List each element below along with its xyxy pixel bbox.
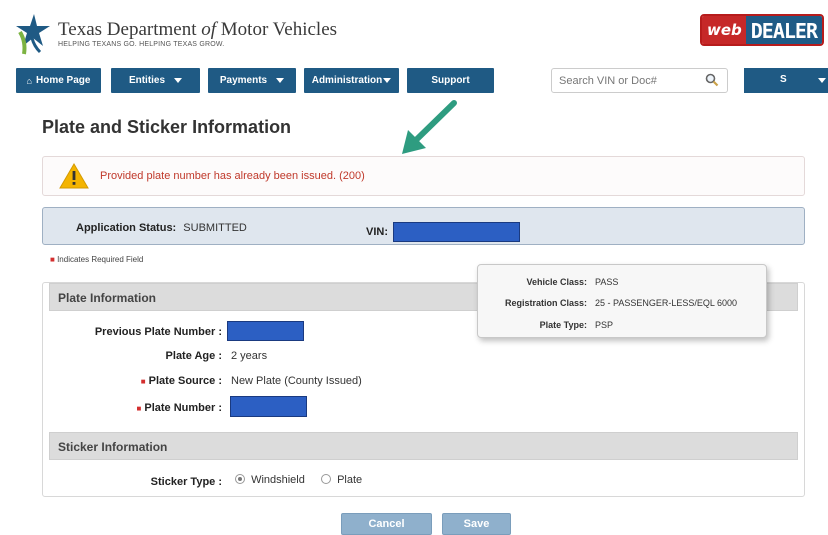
nav-support-button[interactable]: Support [407, 68, 494, 93]
plate-age-label: Plate Age : [165, 350, 222, 362]
chevron-down-icon [174, 78, 183, 83]
required-indicator-icon: ■ [140, 377, 146, 386]
vin-display: VIN: [366, 222, 521, 242]
application-status-label: Application Status: [76, 222, 177, 234]
chevron-down-icon [383, 78, 392, 83]
previous-plate-redacted-value [227, 321, 304, 341]
save-button[interactable]: Save [442, 513, 511, 535]
webdealer-brand-logo: web DEALER [699, 14, 824, 46]
nav-payments-button[interactable]: Payments [208, 68, 296, 93]
previous-plate-label: Previous Plate Number : [94, 326, 222, 338]
sticker-type-label: Sticker Type : [150, 476, 222, 488]
alert-message: Provided plate number has already been i… [100, 170, 365, 182]
logo-tagline: HELPING TEXANS GO. HELPING TEXAS GROW. [58, 41, 225, 48]
txdmv-logo[interactable]: Texas Department of Motor Vehicles HELPI… [12, 12, 337, 56]
sticker-type-plate-option[interactable]: Plate [321, 474, 362, 486]
chevron-down-icon [818, 78, 826, 83]
logo-title: Texas Department of Motor Vehicles [58, 19, 338, 40]
plate-number-input[interactable] [230, 396, 307, 417]
plate-label: Plate [337, 474, 363, 486]
page-title: Plate and Sticker Information [42, 117, 292, 137]
nav-administration-label: Administration [311, 75, 383, 86]
plate-source-label: ■ Plate Source : [140, 375, 222, 387]
registration-class-label: Registration Class: [504, 298, 587, 308]
plate-type-label: Plate Type: [539, 320, 587, 330]
green-arrow-icon [402, 100, 457, 154]
home-icon: ⌂ [26, 75, 32, 86]
search-input[interactable]: Search VIN or Doc# [551, 68, 728, 93]
required-indicator-icon: ■ [50, 255, 55, 264]
nav-support-label: Support [431, 75, 470, 86]
texas-star-logo-icon [16, 14, 50, 55]
plate-radio[interactable] [321, 474, 331, 484]
vehicle-class-label: Vehicle Class: [526, 277, 587, 287]
sticker-information-header: Sticker Information [49, 432, 798, 460]
user-menu-button[interactable]: S [744, 68, 828, 93]
error-alert: Provided plate number has already been i… [42, 156, 805, 196]
nav-home-button[interactable]: ⌂ Home Page [16, 68, 101, 93]
application-status-value: SUBMITTED [183, 222, 247, 234]
plate-number-label: ■ Plate Number : [136, 402, 222, 414]
application-status: Application Status: SUBMITTED [76, 222, 247, 234]
windshield-radio[interactable] [235, 474, 245, 484]
nav-administration-button[interactable]: Administration [304, 68, 399, 93]
required-field-note: ■ Indicates Required Field [50, 255, 143, 264]
required-indicator-icon: ■ [136, 404, 142, 413]
cancel-button[interactable]: Cancel [341, 513, 432, 535]
windshield-label: Windshield [251, 474, 305, 486]
nav-payments-label: Payments [219, 75, 268, 86]
plate-type-value: PSP [595, 320, 614, 330]
plate-age-value: 2 years [231, 350, 268, 362]
application-status-bar: Application Status: SUBMITTED VIN: [42, 207, 805, 245]
sticker-type-windshield-option[interactable]: Windshield [235, 474, 305, 486]
vin-redacted-value [393, 222, 521, 242]
nav-home-label: Home Page [35, 75, 91, 86]
nav-entities-label: Entities [128, 75, 166, 86]
vehicle-class-value: PASS [595, 277, 619, 287]
brand-web-text: web [701, 16, 746, 44]
vehicle-info-tooltip: Vehicle Class: PASS Registration Class: … [477, 264, 767, 338]
vin-label: VIN: [366, 225, 388, 238]
brand-dealer-text: DEALER [745, 16, 822, 44]
required-note-text: Indicates Required Field [57, 255, 144, 264]
nav-entities-button[interactable]: Entities [111, 68, 200, 93]
plate-source-value: New Plate (County Issued) [231, 375, 362, 387]
chevron-down-icon [276, 78, 285, 83]
user-menu-label: S [780, 74, 787, 85]
warning-icon [59, 163, 89, 189]
search-icon[interactable] [705, 73, 719, 87]
search-placeholder: Search VIN or Doc# [559, 74, 657, 87]
registration-class-value: 25 - PASSENGER-LESS/EQL 6000 [595, 298, 738, 308]
